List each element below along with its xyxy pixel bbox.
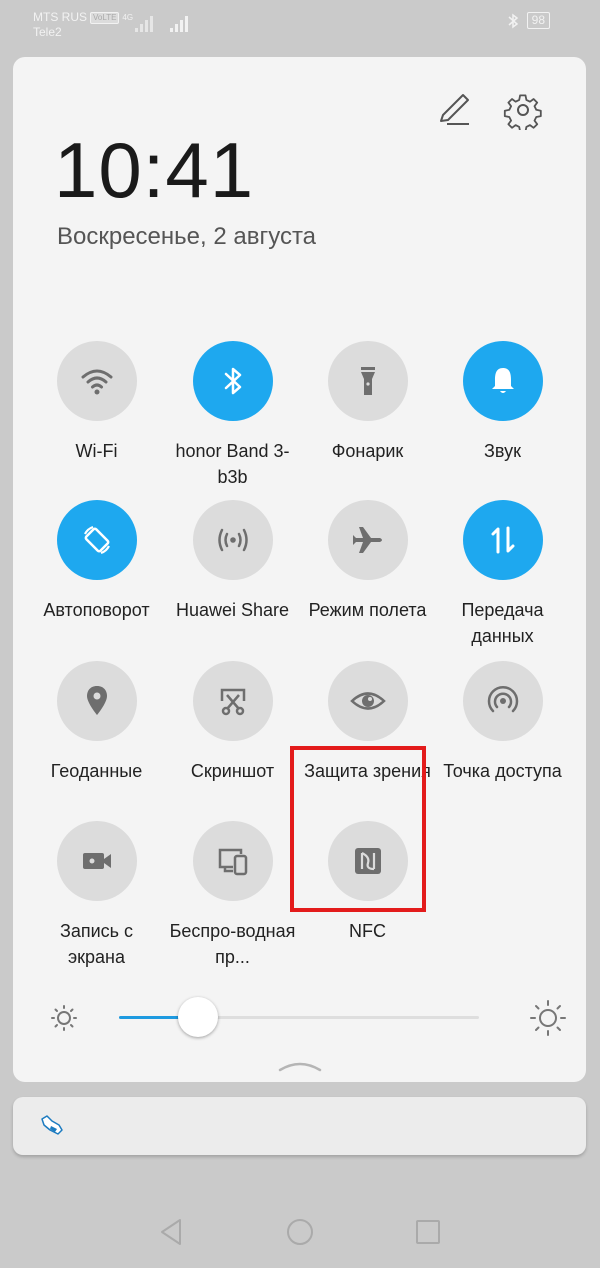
sneaker-app-icon: [41, 1115, 63, 1135]
tile-label: Автоповорот: [43, 600, 150, 620]
tile-label: Точка доступа: [443, 761, 562, 781]
eye-icon: [348, 681, 388, 721]
tile-location-pin[interactable]: Геоданные: [29, 661, 164, 784]
tile-toggle[interactable]: [56, 341, 137, 421]
tile-label: Фонарик: [331, 441, 404, 461]
tile-label: honor Band 3-b3b: [175, 441, 290, 487]
tile-toggle[interactable]: [192, 500, 273, 580]
home-icon[interactable]: [285, 1217, 315, 1247]
tile-label: Запись с экрана: [59, 921, 134, 967]
tile-toggle[interactable]: [327, 341, 408, 421]
tile-toggle[interactable]: [56, 500, 137, 580]
tile-label: NFC: [349, 921, 386, 941]
wifi-icon: [77, 361, 117, 401]
carrier-info: MTS RUS VoLTE 4G Tele2: [33, 10, 133, 40]
signal-strength-icon-2: [170, 14, 188, 32]
tile-wireless-projection[interactable]: Беспро-водная пр...: [165, 821, 300, 970]
navigation-bar: [0, 1200, 600, 1260]
recent-apps-icon[interactable]: [414, 1218, 442, 1246]
back-icon[interactable]: [158, 1217, 184, 1247]
tile-toggle[interactable]: [192, 661, 273, 741]
date-label: Воскресенье, 2 августа: [57, 223, 317, 250]
tile-toggle[interactable]: [56, 821, 137, 901]
brightness-low-icon: [51, 1005, 77, 1031]
tile-bell[interactable]: Звук: [435, 341, 570, 464]
volte-badge: VoLTE: [90, 11, 120, 24]
nfc-highlight-box: [290, 746, 426, 912]
flashlight-icon: [348, 361, 388, 401]
tile-hotspot[interactable]: Точка доступа: [435, 661, 570, 784]
hotspot-icon: [483, 681, 523, 721]
brightness-slider-thumb[interactable]: [178, 997, 219, 1037]
notification-card[interactable]: [13, 1097, 586, 1155]
clock-time: 10:41: [54, 126, 255, 214]
share-waves-icon: [213, 520, 253, 560]
tile-screenshot-scissors[interactable]: Скриншот: [165, 661, 300, 784]
carrier-1-name: MTS RUS: [33, 10, 87, 24]
bluetooth-icon: [213, 361, 253, 401]
status-bar: MTS RUS VoLTE 4G Tele2 98: [0, 0, 600, 50]
tile-label: Скриншот: [190, 761, 275, 781]
tile-toggle[interactable]: [462, 341, 543, 421]
pencil-icon[interactable]: [435, 90, 475, 130]
battery-indicator: 98: [526, 12, 550, 29]
bluetooth-icon: [508, 13, 518, 28]
carrier-2-name: Tele2: [33, 25, 62, 39]
tile-label: Huawei Share: [175, 600, 290, 620]
tile-toggle[interactable]: [327, 661, 408, 741]
rotate-icon: [77, 520, 117, 560]
status-right: 98: [507, 12, 550, 29]
tile-toggle[interactable]: [462, 661, 543, 741]
tile-rotate[interactable]: Автоповорот: [29, 500, 164, 623]
location-pin-icon: [77, 681, 117, 721]
airplane-icon: [348, 520, 388, 560]
tile-toggle[interactable]: [56, 661, 137, 741]
signal-strength-icon-1: [135, 14, 153, 32]
wireless-projection-icon: [213, 841, 253, 881]
brightness-high-icon: [530, 1000, 566, 1036]
bell-icon: [483, 361, 523, 401]
tile-airplane[interactable]: Режим полета: [300, 500, 435, 623]
tile-toggle[interactable]: [462, 500, 543, 580]
tile-flashlight[interactable]: Фонарик: [300, 341, 435, 464]
tile-share-waves[interactable]: Huawei Share: [165, 500, 300, 623]
tile-video-camera[interactable]: Запись с экрана: [29, 821, 164, 970]
tile-label: Беспро-водная пр...: [169, 921, 296, 967]
tile-label: Звук: [484, 441, 521, 461]
screenshot-scissors-icon: [213, 681, 253, 721]
tile-label: Режим полета: [308, 600, 427, 620]
tile-bluetooth[interactable]: honor Band 3-b3b: [165, 341, 300, 490]
data-arrows-icon: [483, 520, 523, 560]
video-camera-icon: [77, 841, 117, 881]
brightness-control: [47, 997, 566, 1037]
brightness-slider[interactable]: [119, 997, 479, 1037]
tile-label: Геоданные: [50, 761, 143, 781]
network-type: 4G: [122, 13, 134, 22]
tile-label: Wi-Fi: [75, 441, 118, 461]
tile-toggle[interactable]: [192, 821, 273, 901]
tile-data-arrows[interactable]: Передача данных: [435, 500, 570, 649]
tile-wifi[interactable]: Wi-Fi: [29, 341, 164, 464]
tile-toggle[interactable]: [192, 341, 273, 421]
expand-handle-icon[interactable]: [278, 1060, 322, 1072]
tile-toggle[interactable]: [327, 500, 408, 580]
tile-label: Передача данных: [461, 600, 544, 646]
gear-icon[interactable]: [503, 90, 543, 130]
